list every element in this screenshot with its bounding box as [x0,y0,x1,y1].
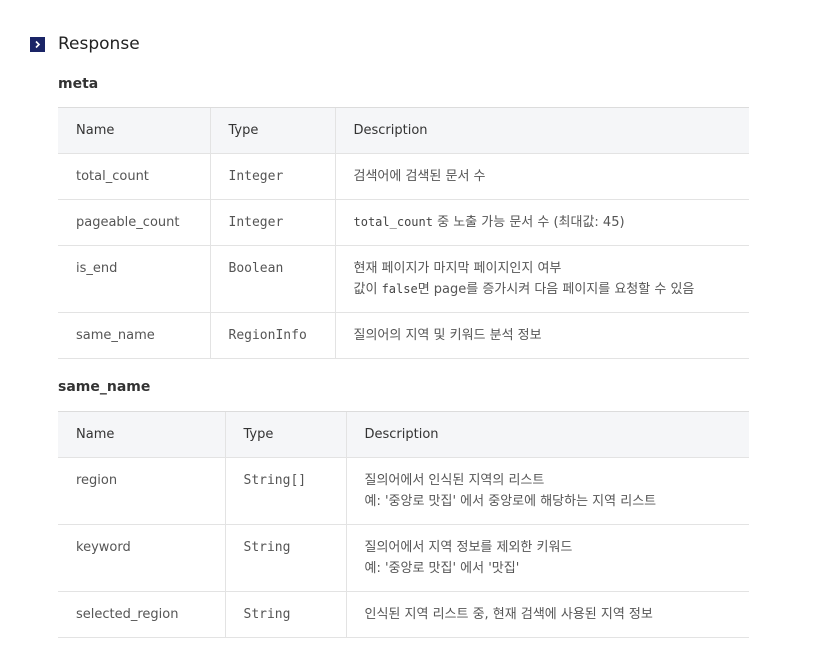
param-description: 질의어에서 지역 정보를 제외한 키워드 예: '중앙로 맛집' 에서 '맛집' [345,524,749,592]
description-line: 현재 페이지가 마지막 페이지인지 여부 [353,261,562,276]
same-name-title: same_name [58,379,151,395]
table-row: pageable_count Integer total_count 중 노출 … [58,199,749,246]
inline-code: false [381,282,418,296]
description-line: 값이 false면 page를 증가시켜 다음 페이지를 요청할 수 있음 [354,279,732,300]
description-text: 면 page를 증가시켜 다음 페이지를 요청할 수 있음 [417,282,695,297]
param-type: String [224,524,346,592]
param-type: RegionInfo [209,312,335,359]
header-type: Type [209,107,335,154]
param-description: total_count 중 노출 가능 문서 수 (최대값: 45) [334,199,749,246]
table-header-row: Name Type Description [58,107,749,154]
header-name: Name [58,411,225,458]
header-description: Description [345,411,749,458]
param-description: 검색어에 검색된 문서 수 [334,153,749,200]
param-type: Boolean [209,245,335,313]
param-name: pageable_count [58,199,210,246]
param-name: keyword [58,524,225,592]
section-title: Response [58,34,140,54]
header-type: Type [224,411,346,458]
param-name: total_count [58,153,210,200]
param-description: 인식된 지역 리스트 중, 현재 검색에 사용된 지역 정보 [345,591,749,638]
same-name-table: Name Type Description region String[] 질의… [58,411,749,638]
param-description: 현재 페이지가 마지막 페이지인지 여부 값이 false면 page를 증가시… [334,245,749,313]
param-type: String [224,591,346,638]
description-text: 값이 [353,282,382,297]
table-row: total_count Integer 검색어에 검색된 문서 수 [58,153,749,200]
param-description: 질의어의 지역 및 키워드 분석 정보 [334,312,749,359]
param-type: String[] [224,457,346,525]
section-header [30,33,45,55]
table-header-row: Name Type Description [58,411,749,458]
description-line: 질의어에서 인식된 지역의 리스트 [364,473,545,488]
table-row: selected_region String 인식된 지역 리스트 중, 현재 … [58,591,749,638]
table-row: is_end Boolean 현재 페이지가 마지막 페이지인지 여부 값이 f… [58,245,749,313]
meta-table: Name Type Description total_count Intege… [58,107,749,359]
header-name: Name [58,107,210,154]
param-description: 질의어에서 인식된 지역의 리스트 예: '중앙로 맛집' 에서 중앙로에 해당… [345,457,749,525]
param-name: region [58,457,225,525]
inline-code: total_count [353,215,433,229]
table-row: region String[] 질의어에서 인식된 지역의 리스트 예: '중앙… [58,457,749,525]
description-text: 중 노출 가능 문서 수 (최대값: 45) [432,215,625,230]
param-name: is_end [58,245,210,313]
description-line: 질의어에서 지역 정보를 제외한 키워드 [364,540,573,555]
param-name: selected_region [58,591,225,638]
table-row: same_name RegionInfo 질의어의 지역 및 키워드 분석 정보 [58,312,749,359]
table-row: keyword String 질의어에서 지역 정보를 제외한 키워드 예: '… [58,524,749,592]
chevron-right-icon [30,36,45,52]
param-type: Integer [209,199,335,246]
header-description: Description [334,107,749,154]
param-name: same_name [58,312,210,359]
description-line: 예: '중앙로 맛집' 에서 '맛집' [364,561,520,576]
param-type: Integer [209,153,335,200]
description-line: 예: '중앙로 맛집' 에서 중앙로에 해당하는 지역 리스트 [364,494,657,509]
meta-title: meta [58,76,99,92]
